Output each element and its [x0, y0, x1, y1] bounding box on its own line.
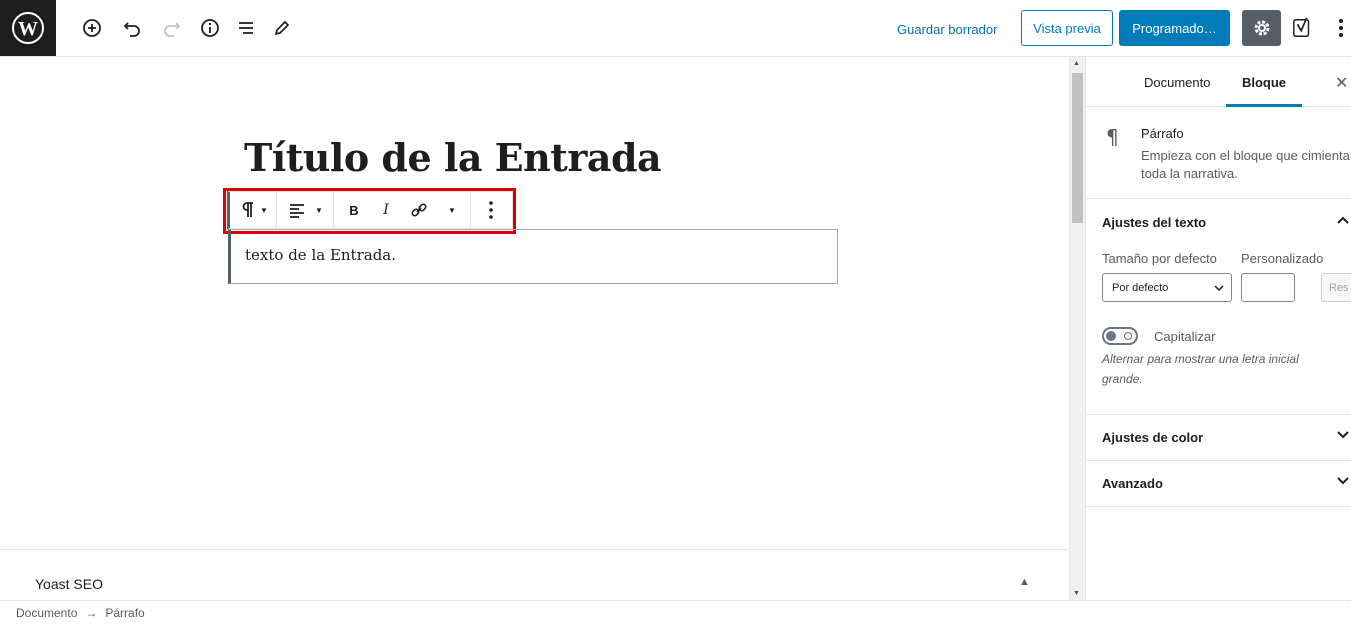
- block-settings-group: [471, 192, 511, 228]
- block-toolbar: ▼ ▼ B I ▼: [227, 191, 513, 229]
- breadcrumb-item-paragraph[interactable]: Párrafo: [105, 606, 144, 620]
- publish-button[interactable]: Programado…: [1119, 10, 1230, 46]
- more-vertical-icon[interactable]: [1331, 15, 1351, 41]
- reset-button[interactable]: Res: [1321, 273, 1351, 302]
- toggle-knob: [1106, 331, 1116, 341]
- link-button[interactable]: [402, 192, 436, 228]
- link-icon: [411, 203, 427, 217]
- italic-button[interactable]: I: [370, 192, 402, 228]
- align-left-icon: [290, 204, 305, 218]
- svg-text:W: W: [18, 18, 38, 40]
- edit-pencil-icon[interactable]: [268, 14, 296, 42]
- caret-down-icon: ▼: [260, 205, 268, 215]
- custom-size-label: Personalizado: [1241, 251, 1324, 266]
- scroll-up-icon[interactable]: ▲: [1073, 60, 1080, 67]
- yoast-icon[interactable]: [1291, 15, 1315, 41]
- settings-button[interactable]: [1242, 10, 1281, 46]
- breadcrumb-separator: →: [85, 606, 98, 620]
- font-size-label: Tamaño por defecto: [1102, 251, 1217, 266]
- custom-size-input[interactable]: [1241, 273, 1295, 302]
- scrollbar-thumb[interactable]: [1072, 73, 1083, 223]
- breadcrumb-item-document[interactable]: Documento: [16, 606, 77, 620]
- block-card-description: Empieza con el bloque que cimienta toda …: [1141, 148, 1350, 181]
- chevron-down-icon: [1214, 285, 1224, 292]
- yoast-seo-panel-title[interactable]: Yoast SEO: [35, 576, 103, 592]
- chevron-down-icon: [1337, 431, 1349, 439]
- caret-up-icon[interactable]: ▲: [1019, 576, 1030, 588]
- scroll-down-icon[interactable]: ▼: [1073, 590, 1080, 597]
- redo-icon[interactable]: [158, 14, 186, 42]
- add-block-icon[interactable]: [78, 14, 106, 42]
- close-icon[interactable]: ✕: [1335, 73, 1348, 93]
- info-icon[interactable]: [196, 14, 224, 42]
- paragraph-block[interactable]: texto de la Entrada.: [228, 229, 838, 284]
- drop-cap-label: Capitalizar: [1154, 329, 1216, 344]
- block-card: ¶ Párrafo Empieza con el bloque que cimi…: [1086, 107, 1351, 199]
- sidebar-tabs: Documento Bloque ✕: [1086, 57, 1351, 107]
- save-draft-button[interactable]: Guardar borrador: [888, 12, 1006, 46]
- meta-boxes-divider: [0, 549, 1069, 550]
- drop-cap-toggle[interactable]: [1102, 327, 1138, 345]
- advanced-panel-toggle[interactable]: Avanzado: [1086, 460, 1351, 506]
- wordpress-logo-icon[interactable]: W: [0, 0, 56, 56]
- block-card-title: Párrafo: [1141, 126, 1184, 141]
- panel-divider: [1086, 506, 1351, 507]
- list-view-icon[interactable]: [232, 14, 260, 42]
- caret-down-icon: ▼: [315, 205, 323, 215]
- gear-icon: [1254, 20, 1269, 36]
- undo-icon[interactable]: [118, 14, 146, 42]
- bold-button[interactable]: B: [338, 192, 370, 228]
- paragraph-icon: [242, 202, 254, 217]
- toggle-off-icon: [1124, 332, 1132, 340]
- preview-button[interactable]: Vista previa: [1021, 10, 1113, 46]
- post-title[interactable]: Título de la Entrada: [244, 135, 662, 180]
- alignment-group: ▼: [277, 192, 334, 228]
- drop-cap-help: Alternar para mostrar una letra inicial …: [1102, 352, 1299, 386]
- chevron-down-icon: [1337, 477, 1349, 485]
- more-formatting-button[interactable]: ▼: [436, 192, 466, 228]
- caret-down-icon: ▼: [448, 205, 456, 215]
- align-button[interactable]: ▼: [281, 192, 329, 228]
- editor-header: W Guardar borrador Vista previa Programa…: [0, 0, 1351, 57]
- chevron-up-icon: [1337, 216, 1349, 224]
- text-settings-title: Ajustes del texto: [1102, 214, 1207, 230]
- formatting-group: B I ▼: [334, 192, 471, 228]
- block-switcher-group: ▼: [230, 192, 277, 228]
- editor-scrollbar[interactable]: ▲ ▼: [1069, 57, 1085, 600]
- tab-block[interactable]: Bloque: [1226, 57, 1302, 107]
- text-settings-panel-toggle[interactable]: Ajustes del texto: [1086, 199, 1351, 245]
- breadcrumb: Documento → Párrafo: [0, 600, 1351, 625]
- advanced-title: Avanzado: [1102, 475, 1163, 491]
- paragraph-icon: ¶: [1106, 125, 1119, 149]
- color-settings-title: Ajustes de color: [1102, 429, 1204, 445]
- more-vertical-icon: [489, 201, 493, 219]
- editor-canvas: Título de la Entrada ▼ ▼ B I ▼ texto de …: [0, 57, 1069, 600]
- block-type-switcher[interactable]: ▼: [234, 192, 272, 228]
- font-size-select[interactable]: Por defecto: [1102, 273, 1232, 302]
- tab-document[interactable]: Documento: [1144, 57, 1210, 107]
- block-options-button[interactable]: [475, 192, 507, 228]
- color-settings-panel-toggle[interactable]: Ajustes de color: [1086, 414, 1351, 460]
- font-size-select-value: Por defecto: [1112, 281, 1169, 294]
- settings-sidebar: Documento Bloque ✕ ¶ Párrafo Empieza con…: [1085, 57, 1351, 600]
